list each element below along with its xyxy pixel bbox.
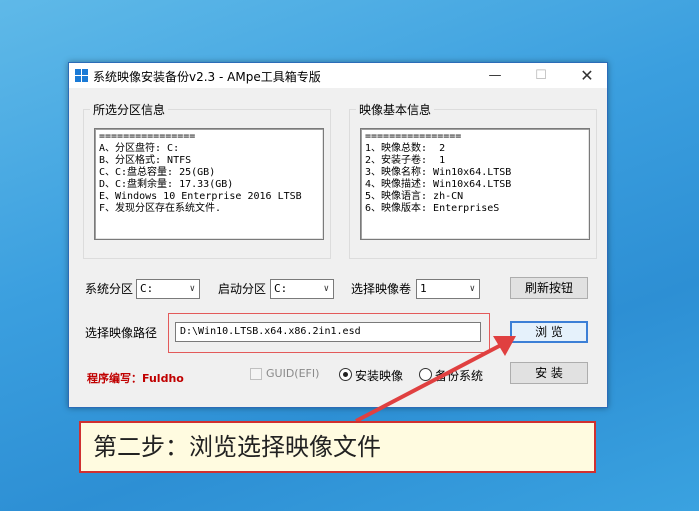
arrow-shaft bbox=[355, 342, 504, 423]
step-callout: 第二步：浏览选择映像文件 bbox=[79, 421, 596, 473]
